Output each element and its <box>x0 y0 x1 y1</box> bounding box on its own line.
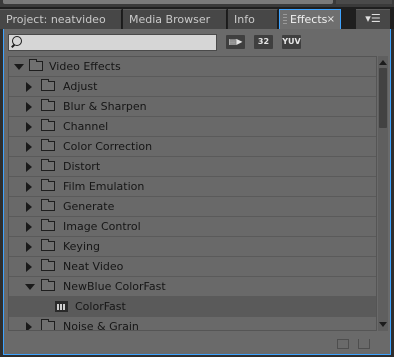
chevron-right-icon[interactable] <box>26 162 32 172</box>
new-bin-icon[interactable] <box>337 339 349 349</box>
tree-item-label: Noise & Grain <box>63 320 139 331</box>
tree-item-label: Color Correction <box>63 140 153 153</box>
folder-icon <box>41 119 55 131</box>
chevron-down-icon[interactable] <box>25 284 35 290</box>
trash-icon[interactable] <box>358 339 370 349</box>
32bit-effects-button[interactable]: 32 <box>254 35 273 49</box>
tree-folder-keying[interactable]: Keying <box>9 237 376 257</box>
chevron-down-icon[interactable] <box>14 64 24 70</box>
tab-bar: Project: neatvideo Media Browser Info Ef… <box>0 7 394 29</box>
close-icon[interactable]: × <box>327 10 335 29</box>
yuv-effects-button[interactable]: YUV <box>282 35 301 49</box>
tree-item-label: Film Emulation <box>63 180 145 193</box>
tree-item-label: Generate <box>63 200 115 213</box>
tree-item-label: ColorFast <box>75 300 126 313</box>
chevron-right-icon[interactable] <box>26 322 32 330</box>
effects-tree: Video Effects Adjust Blur & Sharpen Chan… <box>8 56 377 331</box>
tree-folder-video-effects[interactable]: Video Effects <box>9 57 376 77</box>
tree-item-label: Neat Video <box>63 260 124 273</box>
folder-icon <box>41 139 55 151</box>
tree-item-label: Video Effects <box>49 60 121 73</box>
folder-icon <box>41 319 55 330</box>
tree-item-label: Channel <box>63 120 109 133</box>
tree-folder-film-emulation[interactable]: Film Emulation <box>9 177 376 197</box>
folder-icon <box>41 99 55 111</box>
folder-icon <box>41 279 55 291</box>
32bit-effects-icon: 32 <box>257 37 270 46</box>
scroll-up-icon[interactable] <box>379 58 387 66</box>
scroll-down-icon[interactable] <box>379 321 387 329</box>
accelerated-effects-icon: ▤▶ <box>228 37 243 46</box>
effects-panel-window: Project: neatvideo Media Browser Info Ef… <box>0 0 394 357</box>
tab-media-browser[interactable]: Media Browser <box>123 9 227 29</box>
tree-folder-blur-sharpen[interactable]: Blur & Sharpen <box>9 97 376 117</box>
tree-folder-generate[interactable]: Generate <box>9 197 376 217</box>
folder-icon <box>41 159 55 171</box>
folder-icon <box>41 219 55 231</box>
folder-icon <box>41 79 55 91</box>
accelerated-effects-button[interactable]: ▤▶ <box>226 35 245 49</box>
folder-icon <box>41 259 55 271</box>
tree-folder-neat-video[interactable]: Neat Video <box>9 257 376 277</box>
panel-drag-bar[interactable] <box>0 0 394 7</box>
panel-menu-icon: ▾☰ <box>365 12 381 25</box>
folder-icon <box>41 179 55 191</box>
tree-folder-channel[interactable]: Channel <box>9 117 376 137</box>
tab-effects[interactable]: Effects × <box>279 9 341 29</box>
tree-folder-distort[interactable]: Distort <box>9 157 376 177</box>
tree-item-label: Blur & Sharpen <box>63 100 147 113</box>
tab-effects-label: Effects <box>290 13 328 26</box>
chevron-right-icon[interactable] <box>26 82 32 92</box>
yuv-effects-icon: YUV <box>282 37 301 46</box>
tree-folder-newblue-colorfast[interactable]: NewBlue ColorFast <box>9 277 376 297</box>
tab-media-browser-label: Media Browser <box>129 13 211 26</box>
tree-folder-color-correction[interactable]: Color Correction <box>9 137 376 157</box>
chevron-right-icon[interactable] <box>26 182 32 192</box>
tree-item-label: Distort <box>63 160 101 173</box>
drag-grip-secondary <box>336 0 392 4</box>
vertical-scrollbar[interactable] <box>378 56 388 331</box>
tree-item-label: Image Control <box>63 220 141 233</box>
tree-item-label: Keying <box>63 240 100 253</box>
tab-info[interactable]: Info <box>228 9 278 29</box>
chevron-right-icon[interactable] <box>26 242 32 252</box>
tree-folder-noise-grain[interactable]: Noise & Grain <box>9 317 376 331</box>
drag-grip[interactable] <box>3 0 333 4</box>
tree-item-label: NewBlue ColorFast <box>63 280 166 293</box>
panel-menu-button[interactable]: ▾☰ <box>356 9 390 29</box>
tree-folder-adjust[interactable]: Adjust <box>9 77 376 97</box>
chevron-right-icon[interactable] <box>26 122 32 132</box>
tree-folder-image-control[interactable]: Image Control <box>9 217 376 237</box>
tab-project[interactable]: Project: neatvideo <box>0 9 122 29</box>
effects-panel: ▤▶ 32 YUV Video Effects Adjust Blur & Sh… <box>3 29 391 355</box>
folder-icon <box>29 59 43 71</box>
search-input[interactable] <box>8 34 217 51</box>
folder-icon <box>41 199 55 211</box>
tree-effect-colorfast[interactable]: ColorFast <box>9 297 376 317</box>
chevron-right-icon[interactable] <box>26 102 32 112</box>
chevron-right-icon[interactable] <box>26 222 32 232</box>
chevron-right-icon[interactable] <box>26 202 32 212</box>
scrollbar-thumb[interactable] <box>379 68 387 128</box>
folder-icon <box>41 239 55 251</box>
chevron-right-icon[interactable] <box>26 142 32 152</box>
search-icon-handle <box>11 43 15 48</box>
tab-project-label: Project: neatvideo <box>6 13 106 26</box>
effect-icon <box>55 301 68 312</box>
chevron-right-icon[interactable] <box>26 262 32 272</box>
tree-item-label: Adjust <box>63 80 98 93</box>
tab-grip-icon[interactable] <box>283 14 287 26</box>
tab-info-label: Info <box>234 13 255 26</box>
